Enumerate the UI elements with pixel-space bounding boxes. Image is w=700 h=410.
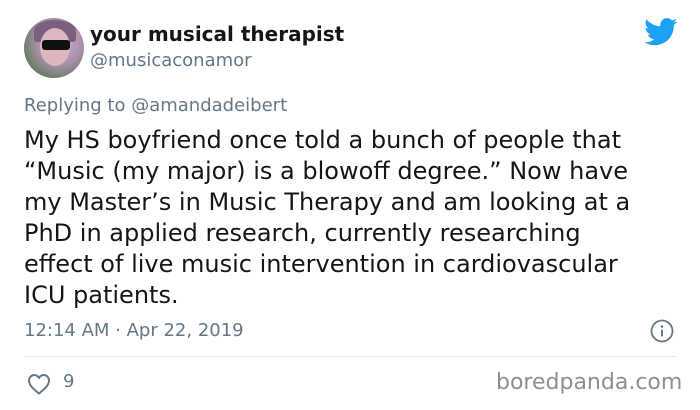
user-handle[interactable]: @musicaconamor — [90, 50, 252, 71]
watermark-text: boredpanda.com — [496, 370, 683, 395]
info-icon[interactable] — [650, 319, 674, 343]
avatar-sunglasses — [42, 40, 70, 50]
tweet-text: My HS boyfriend once told a bunch of peo… — [24, 126, 631, 309]
tweet-timestamp[interactable]: 12:14 AM · Apr 22, 2019 — [24, 320, 244, 341]
divider — [24, 356, 676, 357]
heart-icon[interactable] — [27, 373, 51, 395]
reply-prefix: Replying to — [24, 95, 132, 116]
reply-context: Replying to @amandadeibert — [24, 95, 287, 116]
reply-mention-link[interactable]: @amandadeibert — [131, 95, 287, 116]
avatar[interactable] — [24, 18, 84, 78]
display-name[interactable]: your musical therapist — [90, 22, 344, 46]
twitter-bird-icon[interactable] — [644, 18, 678, 46]
like-count: 9 — [63, 371, 75, 392]
